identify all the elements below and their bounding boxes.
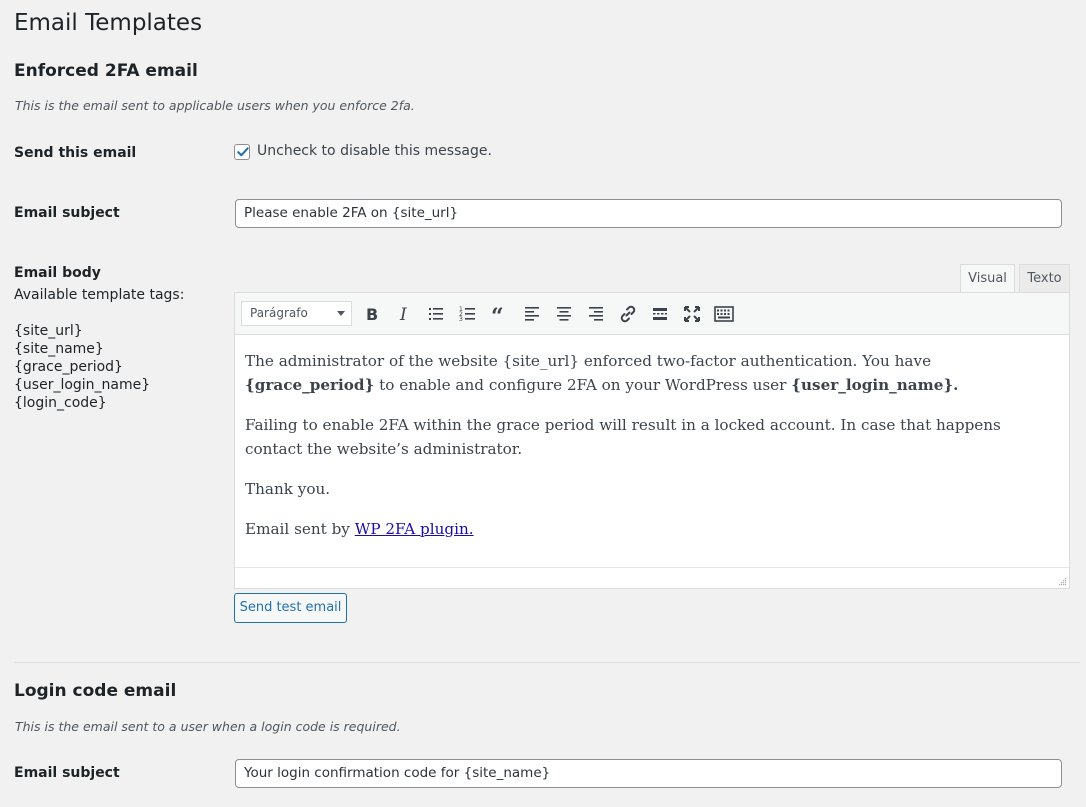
editor-paragraph: Thank you. <box>245 480 331 498</box>
svg-text:3: 3 <box>459 316 463 323</box>
email-subject-label: Email subject <box>14 205 120 221</box>
editor-toolbar: Parágrafo B I 1 2 3 “ <box>235 293 1069 335</box>
editor-paragraph: The administrator of the website {site_u… <box>245 352 959 394</box>
email-body-label: Email body <box>14 265 101 281</box>
editor-content[interactable]: The administrator of the website {site_u… <box>245 349 1045 557</box>
template-tag: {site_name} <box>14 341 104 357</box>
svg-text:I: I <box>399 305 407 325</box>
align-center-icon[interactable] <box>552 302 576 326</box>
template-tag: {grace_period} <box>14 359 123 375</box>
editor-paragraph: Failing to enable 2FA within the grace p… <box>245 416 1001 458</box>
template-tags: Available template tags: {site_url} {sit… <box>14 286 184 412</box>
format-select-value: Parágrafo <box>250 306 308 320</box>
svg-text:B: B <box>366 305 378 324</box>
resize-handle-icon[interactable] <box>1057 576 1067 586</box>
format-select[interactable]: Parágrafo <box>241 301 352 326</box>
link-icon[interactable] <box>616 302 640 326</box>
enforced-2fa-heading: Enforced 2FA email <box>14 61 198 81</box>
numbered-list-icon[interactable]: 1 2 3 <box>456 302 480 326</box>
bullet-list-icon[interactable] <box>424 302 448 326</box>
login-email-subject-input[interactable]: Your login confirmation code for {site_n… <box>235 759 1062 788</box>
email-subject-input[interactable]: Please enable 2FA on {site_url} <box>235 199 1062 228</box>
template-tag: {site_url} <box>14 323 83 339</box>
editor-statusbar <box>235 567 1069 588</box>
template-tags-intro: Available template tags: <box>14 287 185 303</box>
chevron-down-icon <box>337 311 345 316</box>
svg-text:“: “ <box>491 304 504 326</box>
send-email-checkbox[interactable] <box>234 144 250 160</box>
read-more-icon[interactable] <box>648 302 672 326</box>
tab-texto[interactable]: Texto <box>1019 264 1070 293</box>
plugin-link[interactable]: WP 2FA plugin. <box>355 520 474 538</box>
login-email-subject-label: Email subject <box>14 765 120 781</box>
section-divider <box>14 662 1080 663</box>
enforced-2fa-description: This is the email sent to applicable use… <box>15 98 415 113</box>
send-email-checkbox-label[interactable]: Uncheck to disable this message. <box>257 143 492 159</box>
send-email-label: Send this email <box>14 145 137 161</box>
toolbar-toggle-icon[interactable] <box>712 302 736 326</box>
italic-icon[interactable]: I <box>392 302 416 326</box>
fullscreen-icon[interactable] <box>680 302 704 326</box>
checkmark-icon <box>237 147 249 157</box>
email-body-editor[interactable]: Parágrafo B I 1 2 3 “ The administrator … <box>234 292 1070 589</box>
send-test-email-button[interactable]: Send test email <box>234 593 347 623</box>
login-code-description: This is the email sent to a user when a … <box>15 719 401 734</box>
template-tag: {user_login_name} <box>14 377 151 393</box>
tab-visual[interactable]: Visual <box>960 264 1015 293</box>
bold-icon[interactable]: B <box>360 302 384 326</box>
login-code-heading: Login code email <box>14 681 177 701</box>
blockquote-icon[interactable]: “ <box>488 302 512 326</box>
page-title: Email Templates <box>14 10 203 36</box>
align-left-icon[interactable] <box>520 302 544 326</box>
template-tag: {login_code} <box>14 395 107 411</box>
align-right-icon[interactable] <box>584 302 608 326</box>
editor-paragraph: Email sent by WP 2FA plugin. <box>245 520 474 538</box>
